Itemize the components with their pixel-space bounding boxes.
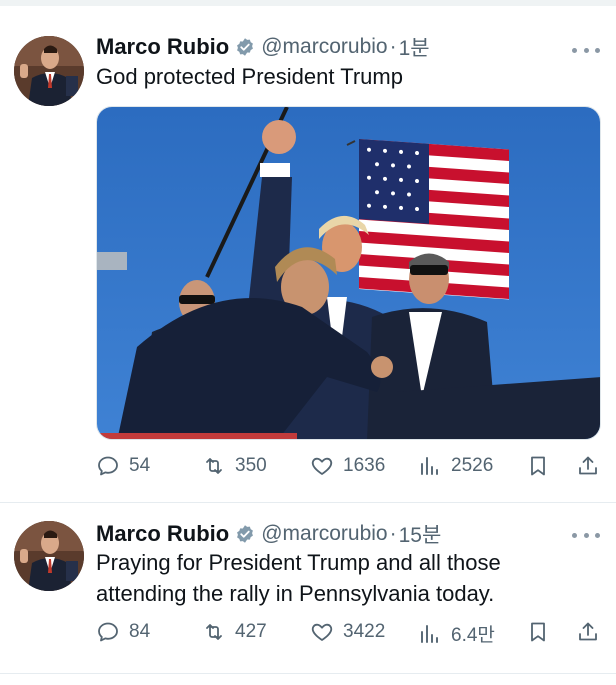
like-count: 1636 [343,455,386,476]
share-icon [579,456,597,475]
retweet-icon [206,624,222,640]
author-name[interactable]: Marco Rubio [96,34,229,60]
action-bar: 54 350 1636 2526 [96,454,602,484]
verified-badge-icon [235,524,255,544]
tweet-text-line: Praying for President Trump and all thos… [96,550,501,575]
tweet-card[interactable]: Marco Rubio @marcorubio · 1분 God protect… [0,6,616,502]
bookmark-button[interactable] [526,454,550,478]
share-button[interactable] [576,620,600,644]
separator-dot: · [389,35,397,58]
views-icon [421,457,438,475]
more-icon[interactable] [572,40,600,60]
views-button[interactable]: 2526 [418,454,493,478]
retweet-button[interactable]: 427 [202,620,267,644]
tweet-photo[interactable] [96,106,601,440]
views-count: 6.4만 [451,625,495,646]
like-button[interactable]: 3422 [310,620,385,644]
reply-icon [98,622,118,642]
share-button[interactable] [576,454,600,478]
more-icon[interactable] [572,525,600,545]
author-name[interactable]: Marco Rubio [96,521,229,547]
like-count: 3422 [343,621,386,642]
views-icon [421,624,438,643]
tweet-header: Marco Rubio @marcorubio · 1분 [96,32,430,62]
photo-image [97,107,600,439]
reply-button[interactable]: 54 [96,454,150,478]
reply-icon [98,456,118,476]
like-icon [311,457,333,475]
tweet-text: God protected President Trump [96,61,596,92]
views-button[interactable]: 6.4만 [418,620,495,647]
timestamp[interactable]: 1분 [399,32,430,62]
retweet-count: 427 [235,621,267,642]
tweet-card[interactable]: Marco Rubio @marcorubio · 15분 Praying fo… [0,503,616,673]
author-handle[interactable]: @marcorubio [261,522,387,546]
retweet-icon [206,458,222,474]
author-handle[interactable]: @marcorubio [261,35,387,59]
avatar[interactable] [14,36,84,106]
like-icon [311,623,333,641]
like-button[interactable]: 1636 [310,454,385,478]
retweet-count: 350 [235,455,267,476]
bookmark-icon [531,622,545,642]
views-count: 2526 [451,455,494,476]
bookmark-button[interactable] [526,620,550,644]
tweet-text-line: God protected President Trump [96,64,403,89]
share-icon [579,622,597,641]
reply-count: 84 [129,621,151,642]
bookmark-icon [531,456,545,476]
timestamp[interactable]: 15분 [399,519,442,549]
reply-count: 54 [129,455,151,476]
avatar[interactable] [14,521,84,591]
action-bar: 84 427 3422 6.4만 [96,620,602,650]
tweet-divider [0,673,616,674]
tweet-text: Praying for President Trump and all thos… [96,547,596,609]
retweet-button[interactable]: 350 [202,454,267,478]
verified-badge-icon [235,37,255,57]
tweet-text-line: attending the rally in Pennsylvania toda… [96,581,495,606]
tweet-header: Marco Rubio @marcorubio · 15분 [96,519,441,549]
separator-dot: · [389,522,397,545]
reply-button[interactable]: 84 [96,620,150,644]
